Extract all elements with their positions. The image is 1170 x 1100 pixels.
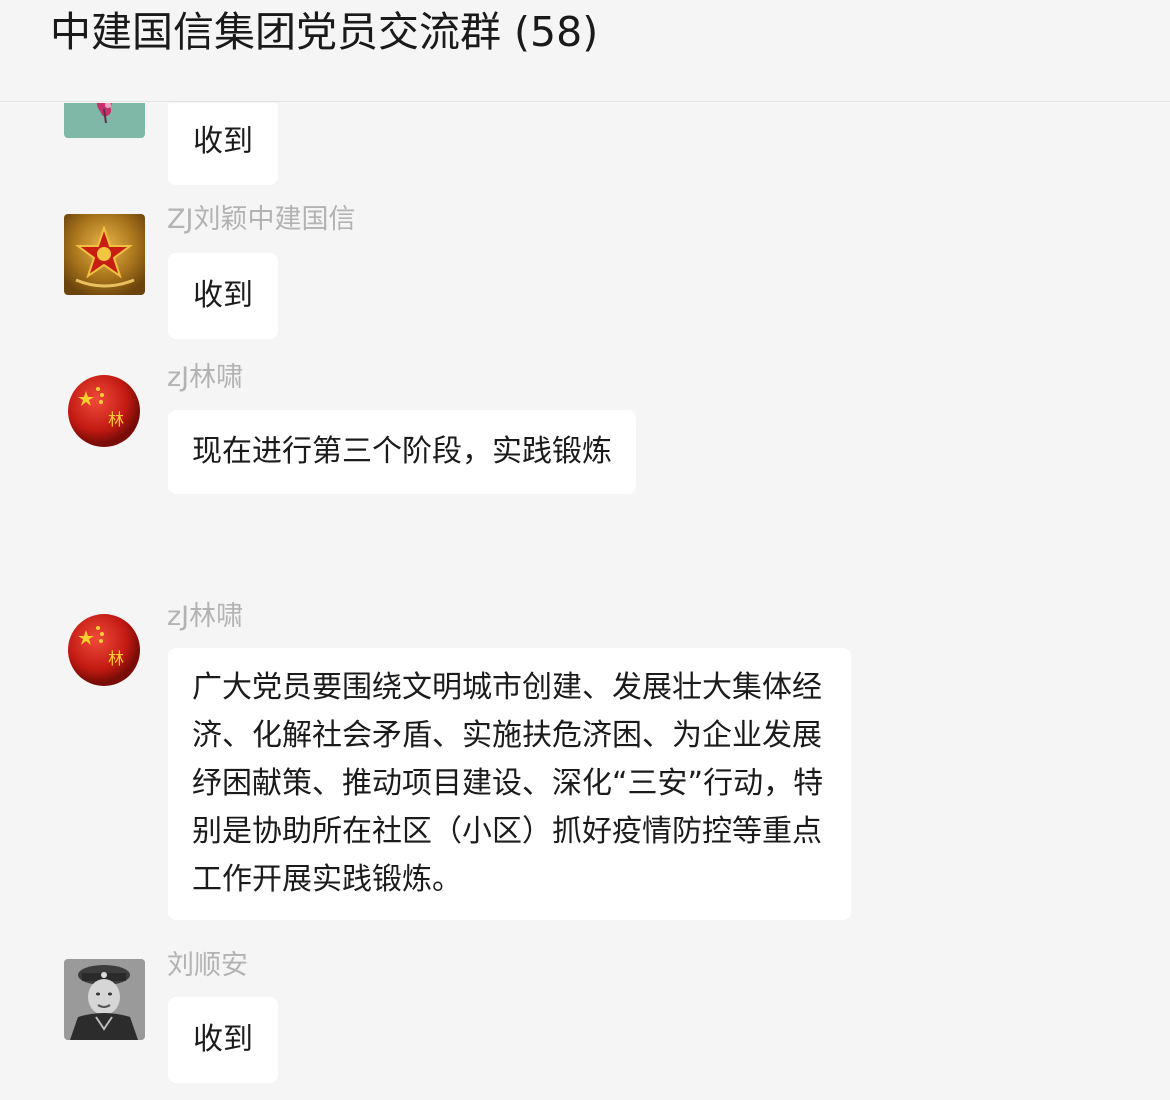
message-thread[interactable]: 收到 ZJ刘颖中建国信 收到 林 zJ林啸 现在进行第三个阶段，实践锻炼 林 z… <box>0 103 1170 1100</box>
message-bubble[interactable]: 现在进行第三个阶段，实践锻炼 <box>168 410 636 494</box>
chat-header: 中建国信集团党员交流群 (58) <box>0 0 1170 102</box>
red-star-emblem-avatar-icon[interactable] <box>64 214 145 295</box>
pink-flower-avatar-icon[interactable] <box>64 103 145 138</box>
svg-text:林: 林 <box>108 649 124 668</box>
sender-name[interactable]: zJ林啸 <box>167 361 243 395</box>
red-ball-flag-avatar-icon[interactable]: 林 <box>64 371 145 452</box>
message-bubble[interactable]: 收到 <box>168 103 278 185</box>
soldier-portrait-avatar-icon[interactable] <box>64 959 145 1040</box>
message-bubble[interactable]: 收到 <box>168 253 278 339</box>
chat-title: 中建国信集团党员交流群 (58) <box>50 8 599 56</box>
sender-name[interactable]: ZJ刘颖中建国信 <box>167 203 355 237</box>
sender-name[interactable]: 刘顺安 <box>167 949 248 983</box>
svg-text:林: 林 <box>108 410 124 429</box>
sender-name[interactable]: zJ林啸 <box>167 600 243 634</box>
message-bubble[interactable]: 广大党员要围绕文明城市创建、发展壮大集体经济、化解社会矛盾、实施扶危济困、为企业… <box>168 648 851 920</box>
message-bubble[interactable]: 收到 <box>168 997 278 1083</box>
red-ball-flag-avatar-icon[interactable]: 林 <box>64 610 145 691</box>
